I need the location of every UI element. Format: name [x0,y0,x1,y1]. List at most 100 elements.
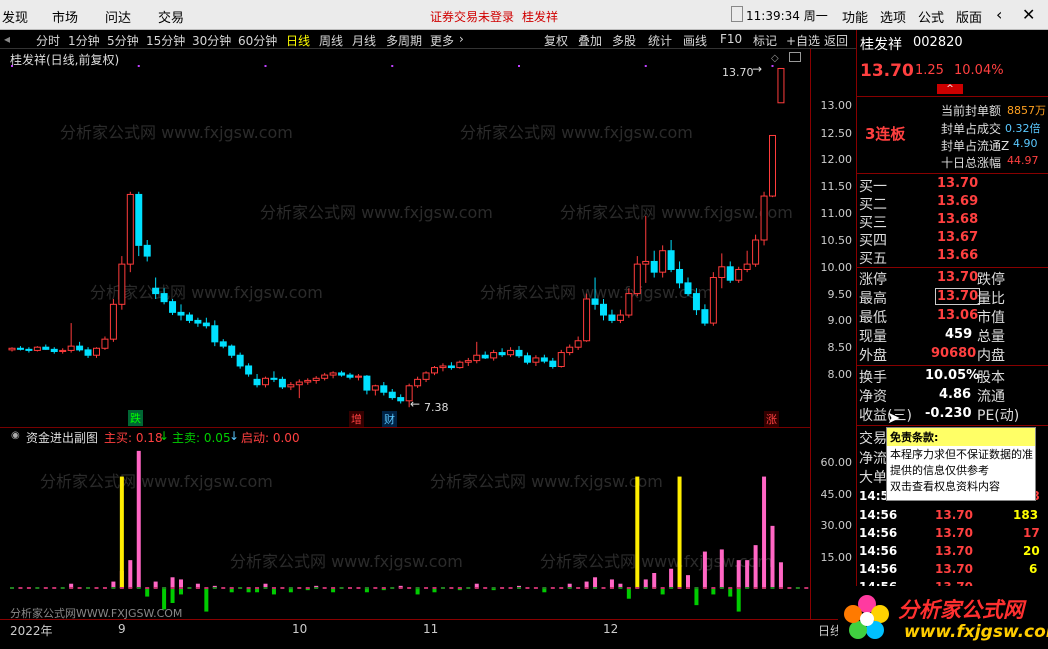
period-tab-30min[interactable]: 30分钟 [192,32,231,49]
tool-stats[interactable]: 统计 [648,32,672,49]
zero-line-tick [609,587,614,589]
zero-line-tick [60,587,65,589]
menu-options[interactable]: 选项 [880,7,906,26]
chart-expand-icon[interactable] [789,52,801,62]
zero-line-tick [474,587,479,589]
main-kline-chart[interactable]: 分析家公式网 www.fxjgsw.com 分析家公式网 www.fxjgsw.… [0,49,810,427]
axis-tick: 11.00 [820,207,853,220]
date-label: 9 [118,622,126,636]
fund-flow-bar [170,577,175,588]
zero-line-tick [686,587,690,589]
close-icon[interactable]: ✕ [1022,5,1035,24]
minimize-icon[interactable]: ‹ [996,5,1002,24]
candle-body [718,266,726,279]
zero-line-tick [322,587,327,589]
menu-layout[interactable]: 版面 [956,7,982,26]
tool-add-watch[interactable]: +自选 [786,32,820,49]
menu-trade[interactable]: 交易 [158,7,184,26]
zero-line-tick [660,587,665,589]
fund-flow-subchart[interactable]: 分析家公式网 www.fxjgsw.com 分析家公式网 www.fxjgsw.… [0,427,810,620]
candle-body [169,301,177,313]
bid-price: 13.70 [937,176,979,191]
candle-body [752,239,760,265]
menu-function[interactable]: 功能 [842,7,868,26]
stat-label: 涨停 [859,272,887,288]
diamond-icon[interactable]: ◇ [771,53,779,64]
bid-price: 13.68 [937,212,979,227]
fund-flow-bar [745,560,750,588]
seal-stat-value: 44.97 [1007,154,1039,167]
period-tab-fenshi[interactable]: 分时 [36,32,60,49]
candle-body [321,374,329,379]
tool-f10[interactable]: F10 [720,32,742,46]
period-arrow-icon[interactable]: ◂ [4,32,10,46]
candle-body [25,348,33,351]
zero-line-tick [86,587,91,589]
period-tab-more[interactable]: 更多 [430,32,454,49]
collapse-arrow-icon[interactable]: ^ [937,84,963,94]
period-tab-60min[interactable]: 60分钟 [238,32,277,49]
main-sell-arrow: ↓ [159,429,170,443]
sub-axis-tick: 30.00 [820,519,853,532]
candle-body [777,67,785,104]
tool-mark[interactable]: 标记 [753,32,777,49]
fund-flow-bar [686,575,690,588]
zero-line-tick [145,587,150,589]
more-chevron-icon[interactable]: › [459,32,464,46]
stat-label: 最高 [859,291,887,307]
tool-fuquan[interactable]: 复权 [544,32,568,49]
zero-line-tick [770,587,775,589]
zero-line-tick [525,587,530,589]
menu-formula[interactable]: 公式 [918,7,944,26]
stat-label: 跌停 [977,272,1005,288]
date-label: 2022年 [10,624,53,638]
disclaimer-line: 双击查看权息资料内容 [890,480,1000,493]
period-tab-daily[interactable]: 日线 [286,32,310,49]
fund-flow-bar [626,588,631,599]
period-tab-15min[interactable]: 15分钟 [146,32,185,49]
zero-line-tick [102,587,107,589]
tick-price: 13.70 [935,526,973,540]
event-marker-increase[interactable]: 增 [349,411,364,427]
fund-flow-bar [170,588,175,603]
tool-overlay[interactable]: 叠加 [578,32,602,49]
event-marker-rise[interactable]: 涨 [764,411,779,427]
period-tab-weekly[interactable]: 周线 [319,32,343,49]
zero-line-tick [652,587,657,589]
candle-body [676,268,684,284]
tool-draw[interactable]: 画线 [683,32,707,49]
period-tab-5min[interactable]: 5分钟 [107,32,139,49]
tick-price: 13.70 [935,508,973,522]
event-marker-down[interactable]: 跌 [128,410,143,426]
candle-body [354,375,362,378]
kline-svg [8,65,785,408]
zero-line-tick [440,587,445,589]
period-tab-multi[interactable]: 多周期 [386,32,422,49]
sub-axis-tick: 60.00 [820,456,853,469]
candle-body [50,348,58,352]
candle-body [540,357,548,362]
tool-back[interactable]: 返回 [824,32,848,49]
candle-body [667,250,675,270]
menu-discover[interactable]: 发现 [2,7,28,26]
period-tab-1min[interactable]: 1分钟 [68,32,100,49]
axis-tick: 8.50 [827,341,853,354]
event-marker-finance[interactable]: 财 [382,411,397,427]
seal-stat-label: 封单占流通Z [941,139,1010,153]
top-menu-bar: 发现 市场 问达 交易 证券交易未登录 桂发祥 11:39:34 周一 功能 选… [0,0,1048,30]
tick-volume: 6 [1029,562,1038,576]
collapse-icon[interactable]: ◉ [11,430,20,441]
date-label: 11 [423,622,439,636]
login-notice[interactable]: 证券交易未登录 [430,8,514,25]
period-tab-monthly[interactable]: 月线 [352,32,376,49]
candle-body [574,340,582,348]
zero-line-tick [576,587,581,589]
candle-body [363,375,371,391]
zero-line-tick [373,587,378,589]
price-change-pct: 10.04% [954,63,1004,78]
tool-multi-stock[interactable]: 多股 [612,32,636,49]
zero-line-tick [677,587,682,589]
candle-body [287,384,295,388]
menu-wenda[interactable]: 问达 [105,7,131,26]
menu-market[interactable]: 市场 [52,7,78,26]
